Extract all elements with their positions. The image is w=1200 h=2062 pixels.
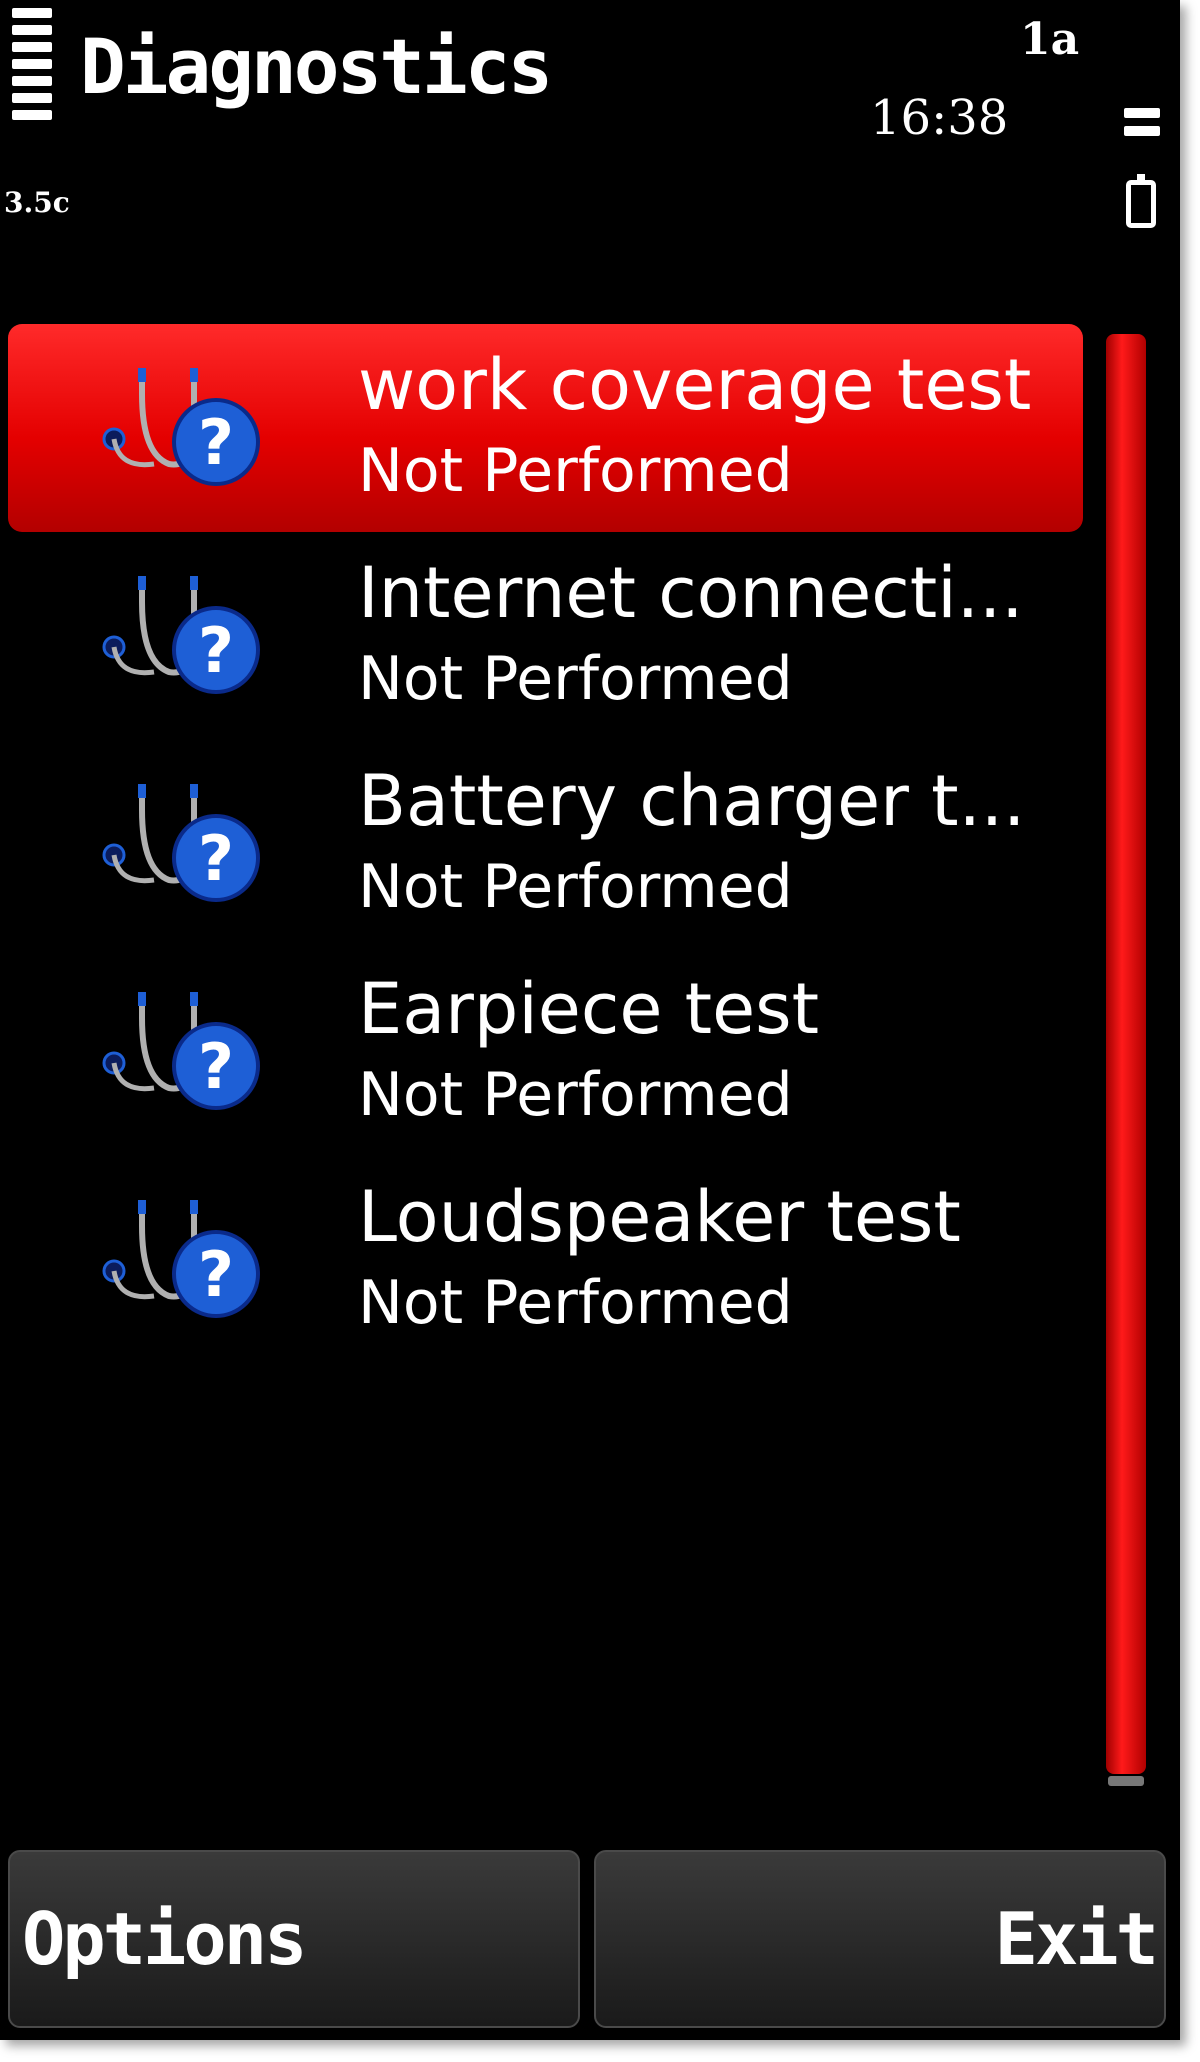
item-title: Loudspeaker test <box>358 1176 961 1258</box>
scrollbar[interactable] <box>1106 334 1146 1774</box>
list-item[interactable]: ? Earpiece test Not Performed <box>8 948 1083 1156</box>
svg-text:?: ? <box>198 1030 234 1103</box>
signal-strength-icon <box>12 8 52 127</box>
item-status: Not Performed <box>358 644 793 714</box>
item-title: Earpiece test <box>358 968 820 1050</box>
item-title: work coverage test <box>358 344 1032 426</box>
svg-text:?: ? <box>198 406 234 479</box>
network-indicator: 1a <box>1020 14 1080 65</box>
svg-text:?: ? <box>198 822 234 895</box>
page-title: Diagnostics <box>80 22 553 111</box>
exit-softkey[interactable]: Exit <box>594 1850 1166 2028</box>
softkey-bar: Options Exit <box>8 1850 1168 2030</box>
item-status: Not Performed <box>358 1060 793 1130</box>
stethoscope-question-icon: ? <box>102 992 260 1110</box>
stethoscope-question-icon: ? <box>102 784 260 902</box>
battery-level-icon <box>1124 108 1160 144</box>
phone-screen: Diagnostics 3.5c 1a 16:38 ? work coverag… <box>0 0 1180 2040</box>
list-item[interactable]: ? Internet connecti... Not Performed <box>8 532 1083 740</box>
options-softkey[interactable]: Options <box>8 1850 580 2028</box>
diagnostics-list: ? work coverage test Not Performed ? Int… <box>8 324 1083 1364</box>
stethoscope-question-icon: ? <box>102 368 260 486</box>
stethoscope-question-icon: ? <box>102 1200 260 1318</box>
item-status: Not Performed <box>358 436 793 506</box>
stethoscope-question-icon: ? <box>102 576 260 694</box>
item-title: Internet connecti... <box>358 552 1024 634</box>
list-item[interactable]: ? work coverage test Not Performed <box>8 324 1083 532</box>
signal-label: 3.5c <box>4 186 70 219</box>
svg-text:?: ? <box>198 614 234 687</box>
item-status: Not Performed <box>358 1268 793 1338</box>
item-status: Not Performed <box>358 852 793 922</box>
list-item[interactable]: ? Loudspeaker test Not Performed <box>8 1156 1083 1364</box>
item-title: Battery charger t... <box>358 760 1026 842</box>
battery-icon <box>1126 174 1156 228</box>
svg-text:?: ? <box>198 1238 234 1311</box>
list-item[interactable]: ? Battery charger t... Not Performed <box>8 740 1083 948</box>
clock: 16:38 <box>870 90 1009 146</box>
scrollbar-end <box>1108 1776 1144 1786</box>
